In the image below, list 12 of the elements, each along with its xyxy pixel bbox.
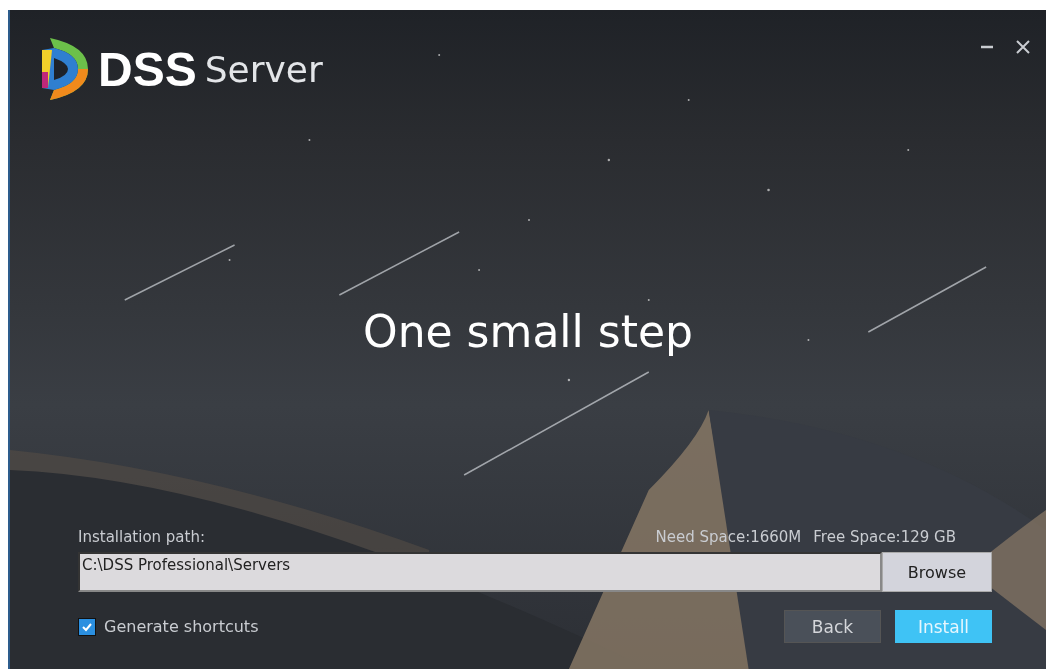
browse-button[interactable]: Browse xyxy=(882,552,992,592)
headline: One small step xyxy=(363,306,693,359)
close-icon[interactable] xyxy=(1016,40,1030,54)
checkbox-label: Generate shortcuts xyxy=(104,617,259,636)
free-space-text: Free Space:129 GB xyxy=(813,528,956,546)
path-input-field[interactable]: C:\DSS Professional\Servers xyxy=(78,552,882,592)
logo-icon xyxy=(40,36,90,102)
path-label: Installation path: xyxy=(78,528,205,546)
back-button[interactable]: Back xyxy=(784,610,881,643)
logo-brand-text: DSS xyxy=(98,41,197,97)
logo-product-text: Server xyxy=(204,48,323,90)
need-space-text: Need Space:1660M xyxy=(655,528,802,546)
